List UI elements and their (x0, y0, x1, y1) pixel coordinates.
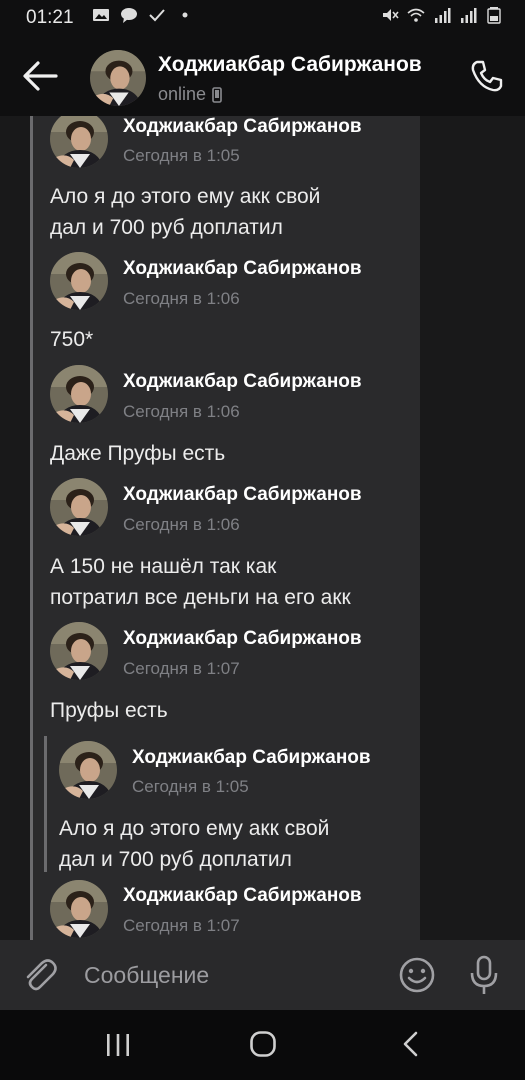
avatar[interactable] (50, 478, 108, 536)
clock: 01:21 (26, 7, 74, 28)
message-time: Сегодня в 1:06 (123, 289, 240, 308)
nav-back-icon[interactable] (398, 1030, 424, 1058)
message-text: А 150 не нашёл так как (50, 555, 277, 578)
mute-icon (383, 9, 399, 21)
avatar[interactable] (90, 50, 146, 106)
message-time: Сегодня в 1:07 (123, 659, 240, 678)
online-status: online (158, 84, 222, 105)
gallery-icon (93, 9, 109, 21)
avatar[interactable] (50, 365, 108, 423)
mobile-icon (212, 86, 222, 103)
signal-2-icon (461, 8, 477, 23)
avatar[interactable] (59, 741, 117, 799)
quoted-message-text: Ало я до этого ему акк свой (59, 817, 330, 840)
contact-name[interactable]: Ходжиакбар Сабиржанов (158, 53, 422, 77)
message-text: Ало я до этого ему акк свой (50, 185, 321, 208)
status-text: online (158, 84, 207, 104)
phone-icon[interactable] (469, 58, 505, 94)
status-bar: 01:21 (0, 0, 525, 36)
paperclip-icon[interactable] (20, 955, 60, 995)
message-time: Сегодня в 1:07 (123, 916, 240, 935)
system-icons (381, 6, 503, 24)
dot-icon (182, 12, 188, 18)
sender-name[interactable]: Ходжиакбар Сабиржанов (123, 628, 362, 650)
notification-icons (92, 6, 194, 24)
chat-header: Ходжиакбар Сабиржанов online (0, 36, 525, 116)
battery-icon (487, 7, 501, 24)
message-input[interactable]: Сообщение (84, 962, 209, 989)
avatar[interactable] (50, 880, 108, 938)
quoted-sender-name[interactable]: Ходжиакбар Сабиржанов (132, 747, 371, 769)
message-text: Пруфы есть (50, 699, 168, 722)
sender-name[interactable]: Ходжиакбар Сабиржанов (123, 484, 362, 506)
quoted-message-text: дал и 700 руб доплатил (59, 848, 292, 871)
signal-icon (435, 8, 451, 23)
avatar[interactable] (50, 622, 108, 680)
check-icon (149, 9, 165, 22)
home-icon[interactable] (249, 1030, 277, 1058)
message-time: Сегодня в 1:06 (123, 402, 240, 421)
system-navigation-bar (0, 1010, 525, 1080)
message-text: Даже Пруфы есть (50, 442, 226, 465)
recent-apps-icon[interactable] (104, 1032, 132, 1058)
chat-bubble-icon (121, 8, 137, 23)
sender-name[interactable]: Ходжиакбар Сабиржанов (123, 258, 362, 280)
sender-name[interactable]: Ходжиакбар Сабиржанов (123, 885, 362, 907)
wifi-icon (407, 8, 425, 22)
smiley-icon[interactable] (398, 956, 436, 994)
message-text: 750* (50, 328, 94, 351)
arrow-left-icon[interactable] (20, 58, 60, 94)
quoted-message-time: Сегодня в 1:05 (132, 777, 249, 796)
message-text: потратил все деньги на его акк (50, 586, 351, 609)
avatar[interactable] (50, 252, 108, 310)
message-time: Сегодня в 1:05 (123, 146, 240, 165)
sender-name[interactable]: Ходжиакбар Сабиржанов (123, 116, 362, 138)
message-composer: Сообщение (0, 940, 525, 1010)
chat-area[interactable]: Ходжиакбар Сабиржанов Сегодня в 1:05 Ало… (0, 116, 525, 940)
message-time: Сегодня в 1:06 (123, 515, 240, 534)
quote-bar (44, 736, 47, 872)
sender-name[interactable]: Ходжиакбар Сабиржанов (123, 371, 362, 393)
microphone-icon[interactable] (468, 954, 500, 996)
message-text: дал и 700 руб доплатил (50, 216, 283, 239)
